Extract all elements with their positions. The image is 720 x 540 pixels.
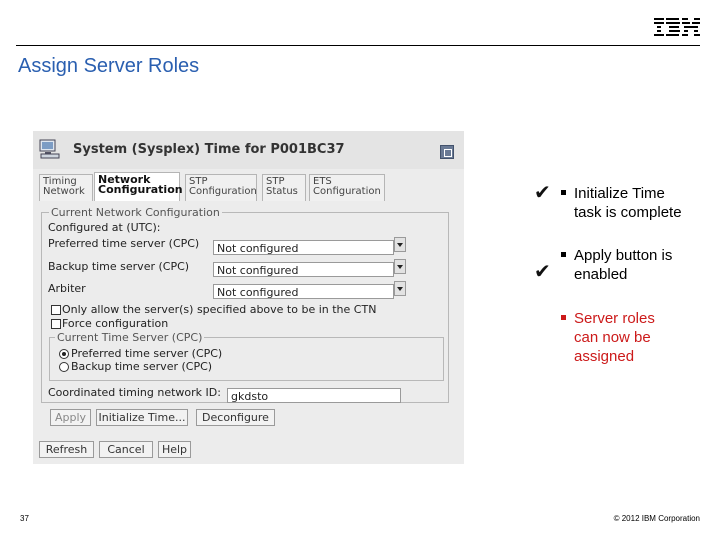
tab-label: Configuration	[313, 186, 381, 197]
tab-label: Status	[266, 186, 298, 197]
tab-ets-configuration[interactable]: ETS Configuration	[309, 174, 385, 201]
ctn-id-label: Coordinated timing network ID:	[48, 386, 221, 399]
deconfigure-button[interactable]: Deconfigure	[196, 409, 275, 426]
backup-server-select[interactable]: Not configured	[213, 262, 394, 277]
force-config-label: Force configuration	[62, 317, 169, 330]
tab-stp-configuration[interactable]: STP Configuration	[185, 174, 257, 201]
preferred-radio-label: Preferred time server (CPC)	[71, 347, 223, 360]
checkmark-icon: ✔	[534, 261, 551, 283]
window-title: System (Sysplex) Time for P001BC37	[73, 142, 345, 157]
bullet-square-icon	[561, 315, 566, 320]
tab-label: Configuration	[189, 186, 257, 197]
window-header: System (Sysplex) Time for P001BC37	[33, 131, 464, 169]
chevron-down-icon[interactable]	[394, 259, 406, 274]
bullet-text: task is complete	[574, 204, 682, 221]
bullet-text: Initialize Time	[574, 185, 665, 202]
chevron-down-icon[interactable]	[394, 237, 406, 252]
bullet-square-icon	[561, 190, 566, 195]
backup-server-label: Backup time server (CPC)	[48, 260, 190, 273]
only-allow-label: Only allow the server(s) specified above…	[62, 303, 377, 316]
only-allow-checkbox[interactable]	[51, 305, 61, 315]
header-rule	[16, 45, 700, 46]
preferred-radio[interactable]	[59, 349, 69, 359]
bullet-text: assigned	[574, 348, 635, 365]
chevron-down-icon[interactable]	[394, 281, 406, 296]
checkmark-icon: ✔	[534, 182, 551, 204]
bullet-square-icon	[561, 252, 566, 257]
tab-network-configuration[interactable]: Network Configuration	[94, 172, 183, 201]
refresh-button[interactable]: Refresh	[39, 441, 94, 458]
backup-radio[interactable]	[59, 362, 69, 372]
preferred-server-select[interactable]: Not configured	[213, 240, 394, 255]
preferred-server-label: Preferred time server (CPC)	[48, 237, 200, 250]
bullet-text: Server roles	[574, 310, 655, 327]
arbiter-select[interactable]: Not configured	[213, 284, 394, 299]
ctn-id-input[interactable]: gkdsto	[227, 388, 401, 403]
group-title: Current Time Server (CPC)	[55, 331, 205, 344]
bullet-initialize-complete: Initialize Time task is complete	[561, 184, 682, 222]
configured-at-label: Configured at (UTC):	[48, 221, 161, 234]
group-title: Current Network Configuration	[49, 206, 222, 219]
tab-label: Configuration	[98, 183, 183, 196]
computer-icon	[39, 139, 60, 159]
initialize-time-button[interactable]: Initialize Time...	[96, 409, 188, 426]
force-config-checkbox[interactable]	[51, 319, 61, 329]
cancel-button[interactable]: Cancel	[99, 441, 153, 458]
tab-stp-status[interactable]: STP Status	[262, 174, 306, 201]
arbiter-label: Arbiter	[48, 282, 86, 295]
apply-button[interactable]: Apply	[50, 409, 91, 426]
tab-label: Network	[43, 186, 85, 197]
window-menu-icon[interactable]	[440, 145, 454, 159]
backup-radio-label: Backup time server (CPC)	[71, 360, 213, 373]
tab-timing-network[interactable]: Timing Network	[39, 174, 93, 201]
page-number: 37	[20, 514, 29, 523]
system-time-window: System (Sysplex) Time for P001BC37 Timin…	[33, 131, 464, 464]
slide-title: Assign Server Roles	[18, 55, 200, 77]
bullet-apply-enabled: Apply button is enabled	[561, 246, 672, 284]
bullet-text: can now be	[574, 329, 651, 346]
bullet-text: enabled	[574, 266, 628, 283]
copyright: © 2012 IBM Corporation	[613, 514, 700, 523]
bullet-text: Apply button is	[574, 247, 673, 264]
help-button[interactable]: Help	[158, 441, 191, 458]
ibm-logo	[654, 18, 700, 36]
bullet-server-roles: Server roles can now be assigned	[561, 309, 655, 366]
